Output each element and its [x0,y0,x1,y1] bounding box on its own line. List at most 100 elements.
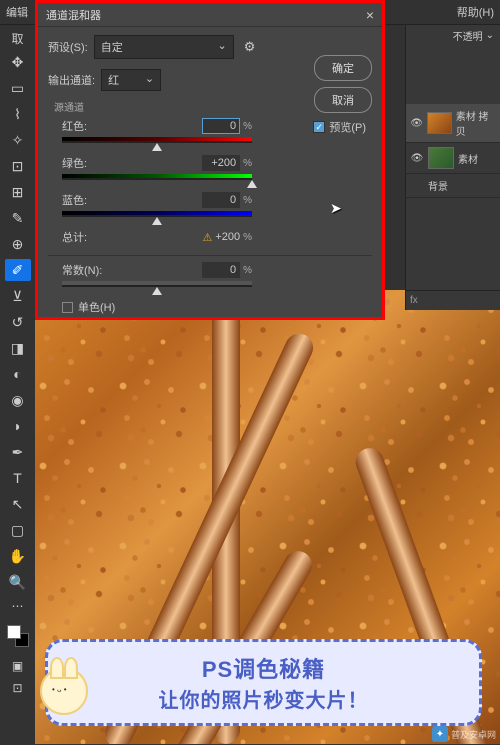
quickmask-icon[interactable]: ⊡ [5,679,31,697]
banner-subtitle: 让你的照片秒变大片！ [62,684,465,713]
menu-help[interactable]: 帮助(H) [457,4,494,20]
blue-slider-group: 蓝色: % [62,192,252,217]
marquee-tool-icon[interactable]: ▭ [5,77,31,99]
preset-value: 自定 [101,42,123,54]
green-input[interactable] [202,155,240,171]
red-label: 红色: [62,118,87,134]
red-slider-group: 红色: % [62,118,252,143]
zoom-tool-icon[interactable]: 🔍 [5,571,31,593]
cancel-button[interactable]: 取消 [314,87,372,113]
layer-item[interactable]: 👁 素材 [406,143,500,174]
banner-title: PS调色秘籍 [62,652,465,684]
frame-tool-icon[interactable]: ⊞ [5,181,31,203]
constant-label: 常数(N): [62,262,102,278]
percent-label: % [243,195,252,206]
preview-checkbox[interactable]: ✓ 预览(P) [313,119,366,135]
lasso-tool-icon[interactable]: ⌇ [5,103,31,125]
check-icon: ✓ [313,121,325,133]
fx-label[interactable]: fx [410,295,418,306]
chevron-down-icon: ⌄ [145,72,154,85]
wand-tool-icon[interactable]: ✧ [5,129,31,151]
path-tool-icon[interactable]: ↖ [5,493,31,515]
bunny-icon: • ᴗ • [40,667,88,715]
total-row: 总计: ⚠ +200 % [62,229,252,245]
shape-tool-icon[interactable]: ▢ [5,519,31,541]
chevron-down-icon: ⌄ [218,39,227,52]
blue-input[interactable] [202,192,240,208]
channel-mixer-dialog: 通道混和器 × 预设(S): 自定 ⌄ ⚙ 确定 取消 ✓ 预览(P) 输出通道… [35,0,385,320]
layer-item[interactable]: 👁 素材 拷贝 [406,104,500,143]
layer-item[interactable]: 背景 [406,174,500,198]
stamp-tool-icon[interactable]: ⊻ [5,285,31,307]
menu-edit[interactable]: 编辑 [6,4,28,20]
hand-tool-icon[interactable]: ✋ [5,545,31,567]
slider-thumb[interactable] [152,217,162,225]
watermark-text: 普及安卓网 [451,728,496,741]
green-slider-group: 绿色: % [62,155,252,180]
preview-label: 预览(P) [329,119,366,135]
chevron-down-icon[interactable]: ⌄ [486,30,494,41]
mono-label: 单色(H) [78,299,115,315]
brush-tool-icon[interactable]: ✐ [5,259,31,281]
blue-label: 蓝色: [62,192,87,208]
screen-mode-icon[interactable]: ▣ [5,657,31,675]
healing-tool-icon[interactable]: ⊕ [5,233,31,255]
history-brush-icon[interactable]: ↺ [5,311,31,333]
percent-label: % [243,265,252,276]
fg-color-swatch[interactable] [7,625,21,639]
blue-slider[interactable] [62,211,252,217]
preset-select[interactable]: 自定 ⌄ [94,35,234,59]
slider-thumb[interactable] [247,180,257,188]
options-cancel[interactable]: 取 [5,29,31,47]
close-icon[interactable]: × [366,7,374,23]
constant-input[interactable] [202,262,240,278]
blur-tool-icon[interactable]: ◉ [5,389,31,411]
color-swatches[interactable] [7,625,29,647]
tools-panel: 取 ✥ ▭ ⌇ ✧ ⊡ ⊞ ✎ ⊕ ✐ ⊻ ↺ ◨ ◐ ◉ ◗ ✒ T ↖ ▢ … [0,25,35,745]
visibility-icon[interactable]: 👁 [410,118,423,129]
red-input[interactable] [202,118,240,134]
layers-panel-footer: fx [406,290,500,310]
red-slider[interactable] [62,137,252,143]
green-label: 绿色: [62,155,87,171]
caption-banner: • ᴗ • PS调色秘籍 让你的照片秒变大片！ [45,639,482,726]
warning-icon: ⚠ [202,231,212,244]
type-tool-icon[interactable]: T [5,467,31,489]
dialog-title-text: 通道混和器 [46,7,101,23]
layer-thumbnail[interactable] [427,112,452,134]
move-tool-icon[interactable]: ✥ [5,51,31,73]
layer-name: 素材 [458,151,478,166]
green-slider[interactable] [62,174,252,180]
eraser-tool-icon[interactable]: ◨ [5,337,31,359]
layer-name: 素材 拷贝 [456,108,496,138]
watermark: ✦ 普及安卓网 [432,726,496,742]
output-channel-label: 输出通道: [48,72,95,88]
monochrome-checkbox[interactable]: 单色(H) [62,299,372,315]
pen-tool-icon[interactable]: ✒ [5,441,31,463]
tool-dots-icon[interactable]: ⋯ [5,597,31,615]
layers-panel: 不透明 ⌄ 👁 素材 拷贝 👁 素材 背景 fx [405,25,500,310]
total-value: +200 [215,231,240,243]
preset-label: 预设(S): [48,39,88,55]
divider [48,255,372,256]
output-channel-select[interactable]: 红 ⌄ [101,69,161,91]
checkbox-icon [62,302,73,313]
gradient-tool-icon[interactable]: ◐ [5,363,31,385]
layer-thumbnail[interactable] [428,147,454,169]
total-label: 总计: [62,229,87,245]
slider-thumb[interactable] [152,143,162,151]
dodge-tool-icon[interactable]: ◗ [5,415,31,437]
cursor-icon: ➤ [330,200,342,217]
ok-button[interactable]: 确定 [314,55,372,81]
eyedropper-tool-icon[interactable]: ✎ [5,207,31,229]
constant-slider[interactable] [62,281,252,287]
gear-icon[interactable]: ⚙ [244,39,256,55]
dialog-titlebar[interactable]: 通道混和器 × [38,3,382,27]
percent-label: % [243,232,252,243]
percent-label: % [243,158,252,169]
slider-thumb[interactable] [152,287,162,295]
crop-tool-icon[interactable]: ⊡ [5,155,31,177]
opacity-label: 不透明 [453,28,483,43]
constant-slider-group: 常数(N): % [62,262,252,287]
visibility-icon[interactable]: 👁 [410,153,424,164]
